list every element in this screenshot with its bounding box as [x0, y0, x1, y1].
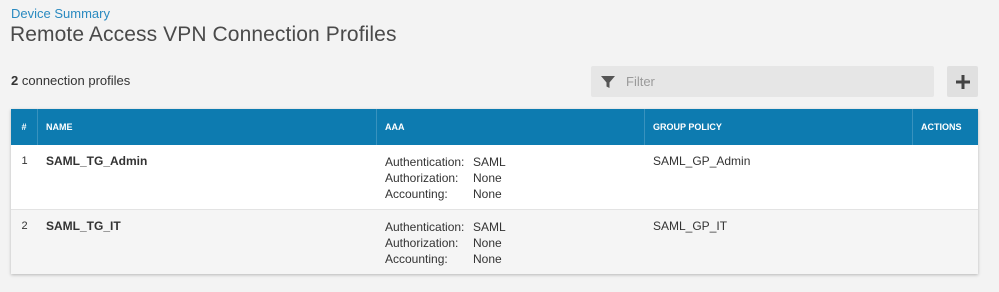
profile-count-number: 2	[11, 73, 19, 88]
aaa-value: SAML	[473, 155, 506, 169]
table-row[interactable]: 1 SAML_TG_Admin Authentication: SAML Auth…	[11, 145, 978, 209]
filter-funnel-icon	[600, 74, 616, 90]
aaa-value: None	[473, 187, 502, 201]
profile-name: SAML_TG_IT	[46, 219, 121, 233]
aaa-label: Accounting:	[385, 187, 448, 201]
connection-profiles-table: # NAME AAA GROUP POLICY ACTIONS 1 SAML_T…	[11, 109, 978, 274]
column-header-index: #	[11, 109, 38, 145]
filter-input[interactable]	[626, 74, 916, 89]
group-policy: SAML_GP_IT	[653, 219, 728, 233]
aaa-value: SAML	[473, 220, 506, 234]
column-header-actions: ACTIONS	[921, 122, 962, 132]
aaa-cell: Authentication: SAML Authorization: None A…	[377, 210, 645, 274]
row-actions[interactable]	[913, 145, 978, 209]
add-profile-button[interactable]	[947, 66, 978, 97]
column-header-group-policy[interactable]: GROUP POLICY	[645, 109, 913, 145]
row-index: 2	[21, 220, 28, 232]
row-actions[interactable]	[913, 210, 978, 274]
column-header-aaa[interactable]: AAA	[377, 109, 645, 145]
table-row[interactable]: 2 SAML_TG_IT Authentication: SAML Authori…	[11, 209, 978, 274]
table-header: # NAME AAA GROUP POLICY ACTIONS	[11, 109, 978, 145]
profile-count-label: connection profiles	[21, 73, 131, 88]
aaa-value: None	[473, 171, 502, 185]
row-index: 1	[21, 155, 28, 167]
column-header-name[interactable]: NAME	[38, 109, 377, 145]
aaa-label: Accounting:	[385, 252, 448, 266]
aaa-label: Authentication:	[385, 220, 465, 234]
breadcrumb-device-summary[interactable]: Device Summary	[11, 6, 110, 21]
filter-box[interactable]	[591, 66, 934, 97]
aaa-label: Authorization:	[385, 171, 459, 185]
aaa-value: None	[473, 236, 502, 250]
plus-icon	[955, 74, 970, 89]
profile-count: 2 connection profiles	[11, 73, 130, 88]
page-title: Remote Access VPN Connection Profiles	[10, 23, 397, 46]
aaa-cell: Authentication: SAML Authorization: None A…	[377, 145, 645, 209]
aaa-value: None	[473, 252, 502, 266]
aaa-label: Authentication:	[385, 155, 465, 169]
profile-name: SAML_TG_Admin	[46, 154, 148, 168]
group-policy: SAML_GP_Admin	[653, 154, 751, 168]
aaa-label: Authorization:	[385, 236, 459, 250]
